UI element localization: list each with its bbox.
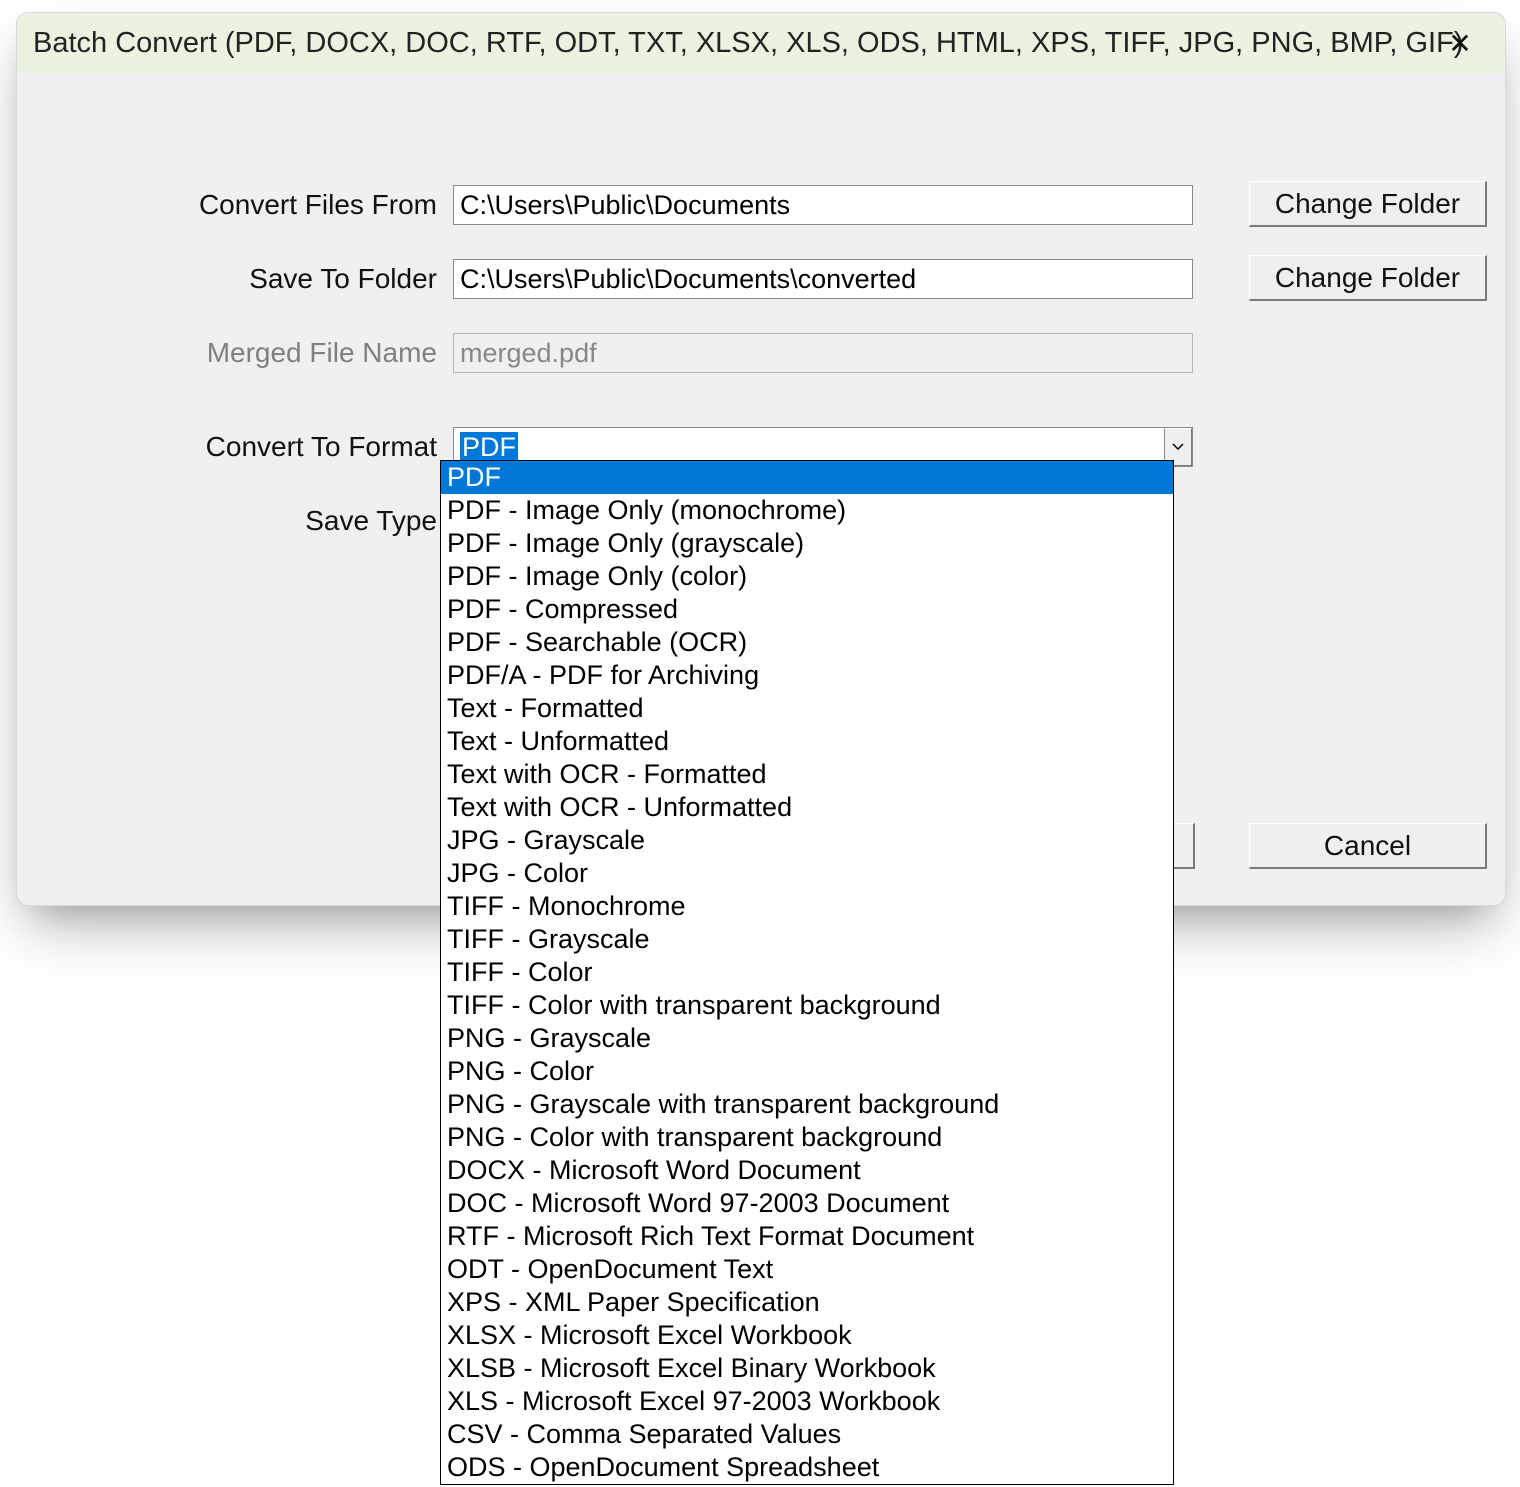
format-option[interactable]: XLSX - Microsoft Excel Workbook	[441, 1319, 1173, 1352]
change-folder-to-button[interactable]: Change Folder	[1249, 255, 1487, 301]
label-save-to-folder: Save To Folder	[77, 263, 437, 295]
format-option[interactable]: XPS - XML Paper Specification	[441, 1286, 1173, 1319]
cancel-button[interactable]: Cancel	[1249, 823, 1487, 869]
change-folder-from-button[interactable]: Change Folder	[1249, 181, 1487, 227]
merged-file-name-value: merged.pdf	[460, 338, 597, 369]
format-option[interactable]: PDF	[441, 461, 1173, 494]
format-option[interactable]: JPG - Color	[441, 857, 1173, 890]
convert-to-format-dropdown[interactable]: PDFPDF - Image Only (monochrome)PDF - Im…	[440, 460, 1174, 1485]
format-option[interactable]: Text with OCR - Unformatted	[441, 791, 1173, 824]
dialog-title: Batch Convert (PDF, DOCX, DOC, RTF, ODT,…	[33, 27, 1463, 60]
merged-file-name-input: merged.pdf	[453, 333, 1193, 373]
format-option[interactable]: ODS - OpenDocument Spreadsheet	[441, 1451, 1173, 1484]
close-button[interactable]: ✕	[1425, 13, 1495, 73]
format-option[interactable]: XLS - Microsoft Excel 97-2003 Workbook	[441, 1385, 1173, 1418]
format-option[interactable]: Text with OCR - Formatted	[441, 758, 1173, 791]
format-option[interactable]: DOCX - Microsoft Word Document	[441, 1154, 1173, 1187]
format-option[interactable]: PDF - Compressed	[441, 593, 1173, 626]
convert-files-from-input[interactable]: C:\Users\Public\Documents	[453, 185, 1193, 225]
format-option[interactable]: PDF/A - PDF for Archiving	[441, 659, 1173, 692]
label-convert-files-from: Convert Files From	[77, 189, 437, 221]
format-option[interactable]: Text - Unformatted	[441, 725, 1173, 758]
format-option[interactable]: RTF - Microsoft Rich Text Format Documen…	[441, 1220, 1173, 1253]
format-option[interactable]: PDF - Image Only (monochrome)	[441, 494, 1173, 527]
format-option[interactable]: PNG - Color	[441, 1055, 1173, 1088]
format-option[interactable]: PNG - Color with transparent background	[441, 1121, 1173, 1154]
save-to-folder-input[interactable]: C:\Users\Public\Documents\converted	[453, 259, 1193, 299]
label-merged-file-name: Merged File Name	[77, 337, 437, 369]
format-option[interactable]: DOC - Microsoft Word 97-2003 Document	[441, 1187, 1173, 1220]
format-option[interactable]: TIFF - Color	[441, 956, 1173, 989]
chevron-down-icon	[1172, 443, 1184, 451]
convert-files-from-value: C:\Users\Public\Documents	[460, 190, 790, 221]
titlebar: Batch Convert (PDF, DOCX, DOC, RTF, ODT,…	[17, 13, 1505, 73]
format-option[interactable]: JPG - Grayscale	[441, 824, 1173, 857]
format-option[interactable]: CSV - Comma Separated Values	[441, 1418, 1173, 1451]
format-option[interactable]: PNG - Grayscale with transparent backgro…	[441, 1088, 1173, 1121]
save-to-folder-value: C:\Users\Public\Documents\converted	[460, 264, 916, 295]
format-option[interactable]: ODT - OpenDocument Text	[441, 1253, 1173, 1286]
label-save-type: Save Type	[77, 505, 437, 537]
format-option[interactable]: XLSB - Microsoft Excel Binary Workbook	[441, 1352, 1173, 1385]
format-option[interactable]: PNG - Grayscale	[441, 1022, 1173, 1055]
format-option[interactable]: TIFF - Color with transparent background	[441, 989, 1173, 1022]
format-option[interactable]: PDF - Searchable (OCR)	[441, 626, 1173, 659]
label-convert-to-format: Convert To Format	[77, 431, 437, 463]
format-option[interactable]: TIFF - Grayscale	[441, 923, 1173, 956]
format-option[interactable]: TIFF - Monochrome	[441, 890, 1173, 923]
format-option[interactable]: Text - Formatted	[441, 692, 1173, 725]
close-icon: ✕	[1448, 27, 1471, 60]
format-option[interactable]: PDF - Image Only (color)	[441, 560, 1173, 593]
format-option[interactable]: PDF - Image Only (grayscale)	[441, 527, 1173, 560]
